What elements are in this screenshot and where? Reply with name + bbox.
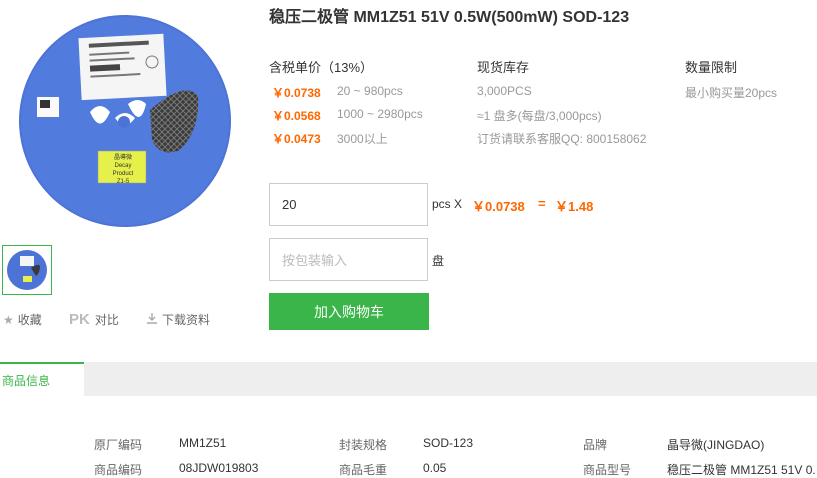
- reel-label-line1: 晶導微: [113, 155, 132, 161]
- pk-icon: PK: [69, 311, 90, 328]
- spec-label: 原厂编码: [94, 438, 143, 452]
- stock-reels: ≈1 盘多(每盘/3,000pcs): [477, 109, 602, 123]
- star-icon: ★: [3, 312, 14, 327]
- stock-contact: 订货请联系客服QQ: 800158062: [477, 132, 647, 146]
- limit-min: 最小购买量20pcs: [685, 86, 778, 100]
- favorite-label: 收藏: [17, 313, 42, 327]
- pack-placeholder: 按包装输入: [282, 253, 348, 268]
- quantity-input[interactable]: 20: [269, 183, 428, 226]
- thumbnail-image[interactable]: [2, 245, 52, 295]
- spec-label: 封装规格: [339, 438, 388, 452]
- spec-value: MM1Z51: [179, 436, 227, 450]
- tier-price: ￥0.0473: [272, 132, 321, 146]
- download-icon: [146, 312, 158, 327]
- spec-label: 品牌: [583, 438, 608, 452]
- download-label: 下载资料: [162, 313, 211, 327]
- reel-label-line2: Decay Product: [112, 163, 134, 177]
- quantity-unit: pcs X: [432, 197, 463, 211]
- calc-total: ￥1.48: [555, 199, 594, 214]
- spec-label: 商品编码: [94, 463, 143, 477]
- product-title: 稳压二极管 MM1Z51 51V 0.5W(500mW) SOD-123: [269, 9, 630, 26]
- add-to-cart-button[interactable]: 加入购物车: [269, 293, 429, 330]
- spec-value: 0.05: [423, 461, 447, 475]
- calc-unit-price: ￥0.0738: [472, 199, 525, 214]
- tier-range: 3000以上: [337, 132, 388, 146]
- tab-product-info[interactable]: 商品信息: [0, 362, 84, 396]
- spec-label: 商品型号: [583, 463, 632, 477]
- spec-value: 08JDW019803: [179, 461, 259, 475]
- tier-range: 1000 ~ 2980pcs: [337, 107, 423, 121]
- compare-label: 对比: [94, 313, 119, 327]
- tier-price: ￥0.0568: [272, 109, 321, 123]
- tier-price: ￥0.0738: [272, 86, 321, 100]
- spec-value: SOD-123: [423, 436, 474, 450]
- tab-bar: [0, 362, 817, 396]
- tier-range: 20 ~ 980pcs: [337, 84, 403, 98]
- quantity-value: 20: [282, 197, 297, 212]
- pack-unit: 盘: [432, 254, 445, 268]
- favorite-button[interactable]: ★ 收藏: [3, 311, 42, 328]
- pack-quantity-input[interactable]: 按包装输入: [269, 238, 428, 281]
- stock-qty: 3,000PCS: [477, 84, 532, 98]
- stock-header: 现货库存: [477, 60, 530, 75]
- spec-value: 稳压二极管 MM1Z51 51V 0.: [667, 463, 816, 477]
- calc-equals: =: [538, 196, 546, 211]
- download-button[interactable]: 下载资料: [146, 311, 210, 328]
- product-main-image: [0, 0, 258, 232]
- limit-header: 数量限制: [685, 60, 738, 75]
- compare-button[interactable]: PK 对比: [69, 311, 119, 328]
- price-header: 含税单价（13%）: [269, 60, 374, 75]
- spec-value: 晶导微(JINGDAO): [667, 438, 765, 452]
- reel-label-line3: Z1-5: [116, 179, 130, 185]
- reel-label: 晶導微 Decay Product Z1-5: [104, 154, 142, 186]
- spec-label: 商品毛重: [339, 463, 388, 477]
